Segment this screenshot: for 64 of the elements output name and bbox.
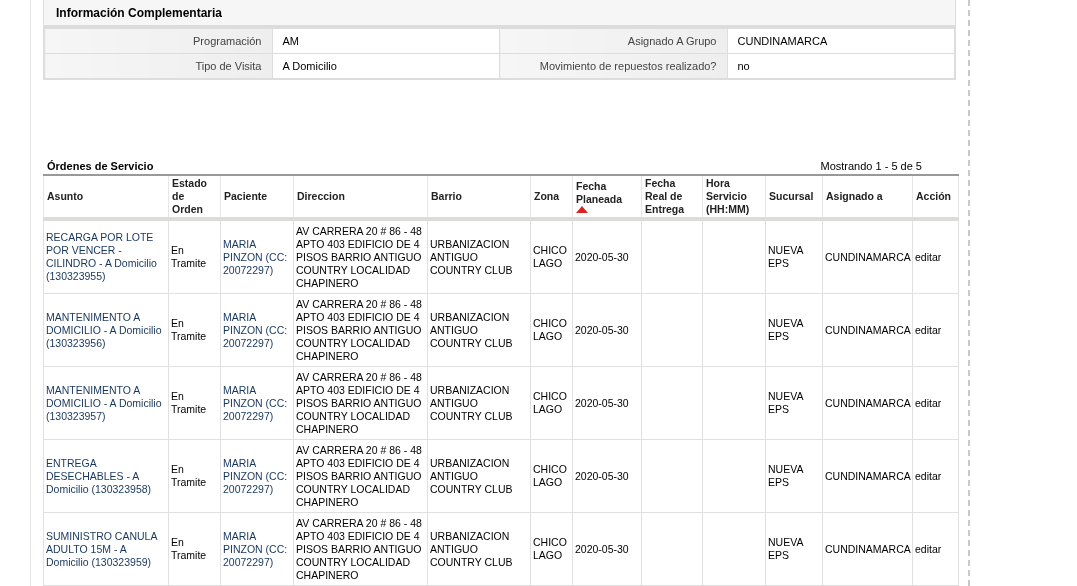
neighborhood-text: URBANIZACION ANTIGUO COUNTRY CLUB bbox=[430, 310, 514, 350]
table-title: Órdenes de Servicio bbox=[47, 160, 154, 172]
address-text: AV CARRERA 20 # 86 - 48 APTO 403 EDIFICIO DE 4 PISOS BARRIO ANTIGUO COUNTRY LOCALIDAD CHAPINERO bbox=[296, 297, 423, 363]
address-text: AV CARRERA 20 # 86 - 48 APTO 403 EDIFICIO DE 4 PISOS BARRIO ANTIGUO COUNTRY LOCALIDAD CHAPINERO bbox=[296, 516, 423, 582]
neighborhood-text: URBANIZACION ANTIGUO COUNTRY CLUB bbox=[430, 237, 514, 277]
column-header[interactable]: Asignado a bbox=[822, 175, 913, 219]
field-value: no bbox=[727, 53, 955, 79]
column-header[interactable]: Estado de Orden bbox=[168, 175, 221, 219]
branch-text: NUEVA EPS bbox=[768, 244, 805, 270]
edit-link[interactable]: editar bbox=[915, 542, 956, 556]
zone-text: CHICO LAGO bbox=[533, 463, 568, 489]
column-header[interactable]: Direccion bbox=[293, 175, 428, 219]
column-header[interactable]: Fecha Real de Entrega bbox=[641, 175, 703, 219]
zone-text: CHICO LAGO bbox=[533, 317, 568, 343]
zone-text: CHICO LAGO bbox=[533, 390, 568, 416]
neighborhood-text: URBANIZACION ANTIGUO COUNTRY CLUB bbox=[430, 529, 514, 569]
assignee-text: CUNDINAMARCA bbox=[825, 542, 910, 556]
assignee-text: CUNDINAMARCA bbox=[825, 469, 910, 483]
date-text: 2020-05-30 bbox=[575, 396, 630, 410]
status-text: En Tramite bbox=[171, 390, 208, 416]
field-value: A Domicilio bbox=[272, 53, 500, 79]
column-header[interactable]: Paciente bbox=[220, 175, 294, 219]
branch-text: NUEVA EPS bbox=[768, 390, 805, 416]
date-text: 2020-05-30 bbox=[575, 542, 630, 556]
branch-text: NUEVA EPS bbox=[768, 463, 805, 489]
neighborhood-text: URBANIZACION ANTIGUO COUNTRY CLUB bbox=[430, 383, 514, 423]
column-header[interactable]: Fecha Planeada bbox=[572, 175, 642, 219]
address-text: AV CARRERA 20 # 86 - 48 APTO 403 EDIFICIO DE 4 PISOS BARRIO ANTIGUO COUNTRY LOCALIDAD CHAPINERO bbox=[296, 443, 423, 509]
date-text: 2020-05-30 bbox=[575, 250, 630, 264]
field-label: Movimiento de repuestos realizado? bbox=[499, 53, 727, 79]
edit-link[interactable]: editar bbox=[915, 469, 956, 483]
address-text: AV CARRERA 20 # 86 - 48 APTO 403 EDIFICIO DE 4 PISOS BARRIO ANTIGUO COUNTRY LOCALIDAD CHAPINERO bbox=[296, 224, 423, 290]
branch-text: NUEVA EPS bbox=[768, 317, 805, 343]
status-text: En Tramite bbox=[171, 244, 208, 270]
status-text: En Tramite bbox=[171, 317, 208, 343]
assignee-text: CUNDINAMARCA bbox=[825, 396, 910, 410]
sort-ascending-icon bbox=[576, 206, 588, 213]
branch-text: NUEVA EPS bbox=[768, 536, 805, 562]
column-header[interactable]: Barrio bbox=[427, 175, 531, 219]
column-header[interactable]: Hora Servicio (HH:MM) bbox=[702, 175, 766, 219]
column-header[interactable]: Sucursal bbox=[765, 175, 823, 219]
status-text: En Tramite bbox=[171, 536, 208, 562]
address-text: AV CARRERA 20 # 86 - 48 APTO 403 EDIFICIO DE 4 PISOS BARRIO ANTIGUO COUNTRY LOCALIDAD CHAPINERO bbox=[296, 370, 423, 436]
assignee-text: CUNDINAMARCA bbox=[825, 250, 910, 264]
edit-link[interactable]: editar bbox=[915, 250, 956, 264]
column-header[interactable]: Zona bbox=[530, 175, 573, 219]
pagination-text: Mostrando 1 - 5 de 5 bbox=[820, 160, 923, 172]
status-text: En Tramite bbox=[171, 463, 208, 489]
column-header[interactable]: Asunto bbox=[43, 175, 169, 219]
edit-link[interactable]: editar bbox=[915, 396, 956, 410]
field-value: AM bbox=[272, 28, 500, 54]
zone-text: CHICO LAGO bbox=[533, 536, 568, 562]
field-label: Programación bbox=[44, 28, 272, 54]
assignee-text: CUNDINAMARCA bbox=[825, 323, 910, 337]
date-text: 2020-05-30 bbox=[575, 323, 630, 337]
field-value: CUNDINAMARCA bbox=[727, 28, 955, 54]
edit-link[interactable]: editar bbox=[915, 323, 956, 337]
neighborhood-text: URBANIZACION ANTIGUO COUNTRY CLUB bbox=[430, 456, 514, 496]
zone-text: CHICO LAGO bbox=[533, 244, 568, 270]
panel-title: Información Complementaria bbox=[56, 5, 223, 20]
field-label: Tipo de Visita bbox=[44, 53, 272, 79]
date-text: 2020-05-30 bbox=[575, 469, 630, 483]
column-header[interactable]: Acción bbox=[912, 175, 959, 219]
field-label: Asignado A Grupo bbox=[499, 28, 727, 54]
